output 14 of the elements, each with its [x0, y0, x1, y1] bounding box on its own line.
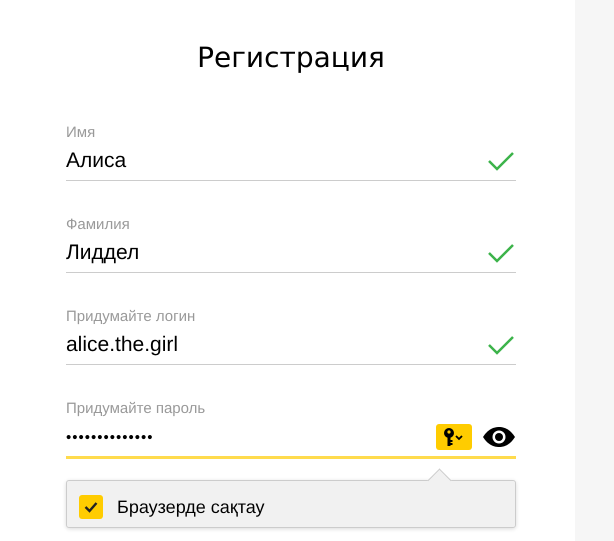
input-field[interactable]: Алиса	[66, 142, 516, 181]
field-label: Фамилия	[66, 216, 131, 234]
input-field[interactable]: alice.the.girl	[66, 326, 516, 365]
checkbox-label: Браузерде сақтау	[117, 496, 265, 519]
checkbox[interactable]	[79, 495, 103, 519]
input-field[interactable]: ••••••••••••••	[66, 418, 516, 459]
field-label: Имя	[66, 124, 96, 142]
show-password-button[interactable]	[482, 426, 516, 448]
input-field[interactable]: Лиддел	[66, 234, 516, 273]
field-label: Придумайте логин	[66, 308, 196, 326]
key-dropdown-button[interactable]	[436, 424, 472, 450]
page-title: Регистрация	[196, 40, 386, 76]
check-icon	[84, 501, 98, 513]
field-label: Придумайте пароль	[66, 400, 206, 418]
